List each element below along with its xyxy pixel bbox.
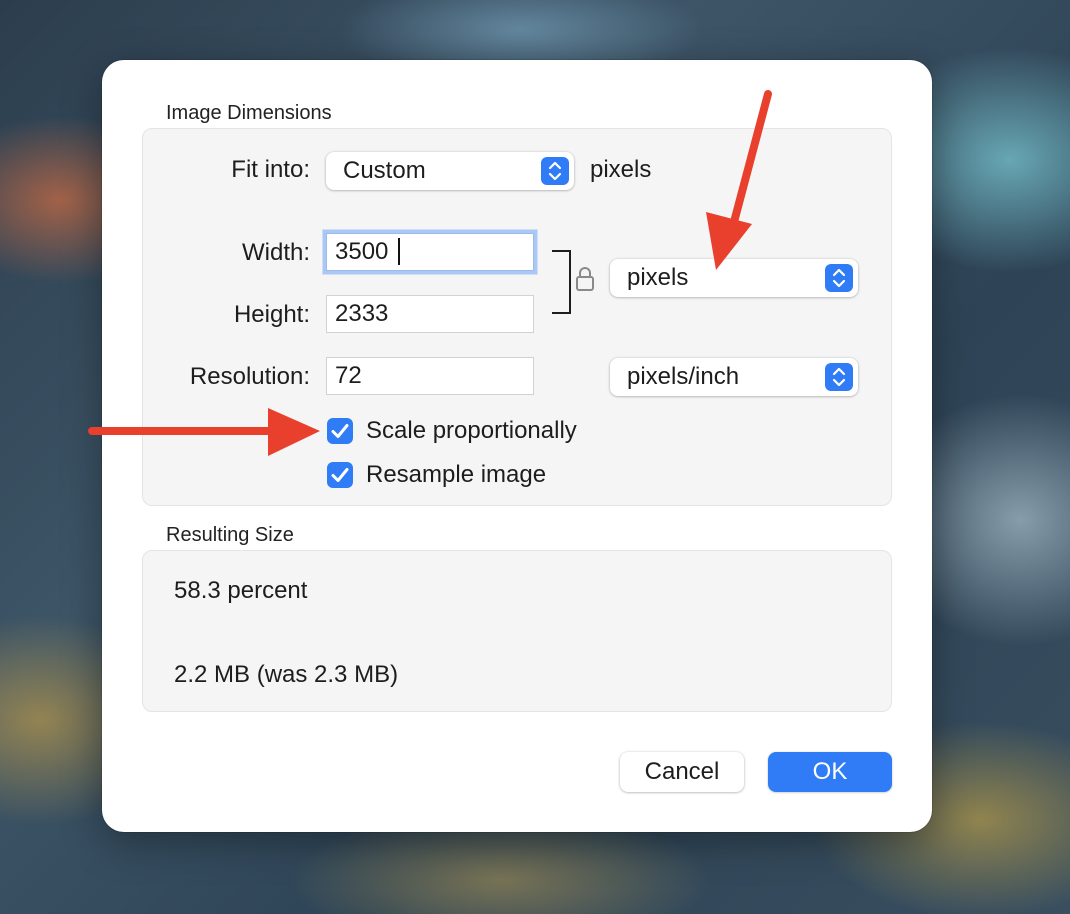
resulting-percent: 58.3 percent — [174, 577, 308, 604]
width-label: Width: — [241, 239, 310, 266]
lock-icon[interactable] — [574, 264, 596, 294]
height-label: Height: — [233, 301, 310, 328]
size-unit-popup[interactable]: pixels — [610, 259, 858, 297]
checkmark-icon — [331, 424, 349, 438]
image-size-dialog: Image Dimensions Fit into: Custom pixels… — [102, 60, 932, 832]
size-unit-value: pixels — [627, 264, 689, 291]
resample-image-checkbox[interactable] — [327, 462, 353, 488]
resolution-unit-popup[interactable]: pixels/inch — [610, 358, 858, 396]
fit-into-label: Fit into: — [231, 156, 310, 183]
fit-into-popup[interactable]: Custom — [326, 152, 574, 190]
resolution-value: 72 — [335, 362, 362, 389]
text-caret — [398, 238, 400, 265]
ok-button[interactable]: OK — [768, 752, 892, 792]
scale-proportionally-checkbox[interactable] — [327, 418, 353, 444]
fit-into-value: Custom — [343, 157, 426, 184]
fit-into-unit-label: pixels — [590, 156, 652, 183]
image-dimensions-title: Image Dimensions — [166, 102, 332, 124]
resolution-label: Resolution: — [189, 363, 310, 390]
resulting-size-title: Resulting Size — [166, 524, 294, 546]
resample-image-label[interactable]: Resample image — [366, 461, 546, 489]
width-value: 3500 — [335, 238, 389, 265]
stepper-icon — [541, 157, 569, 185]
scale-proportionally-label[interactable]: Scale proportionally — [366, 417, 577, 445]
width-field[interactable]: 3500 — [326, 233, 534, 271]
checkmark-icon — [331, 468, 349, 482]
height-value: 2333 — [335, 300, 389, 327]
resolution-unit-value: pixels/inch — [627, 363, 740, 390]
stepper-icon — [825, 264, 853, 292]
height-field[interactable]: 2333 — [326, 295, 534, 333]
resolution-field[interactable]: 72 — [326, 357, 534, 395]
stepper-icon — [825, 363, 853, 391]
resulting-file-size: 2.2 MB (was 2.3 MB) — [174, 661, 399, 688]
link-bracket — [552, 250, 571, 314]
cancel-button[interactable]: Cancel — [620, 752, 744, 792]
